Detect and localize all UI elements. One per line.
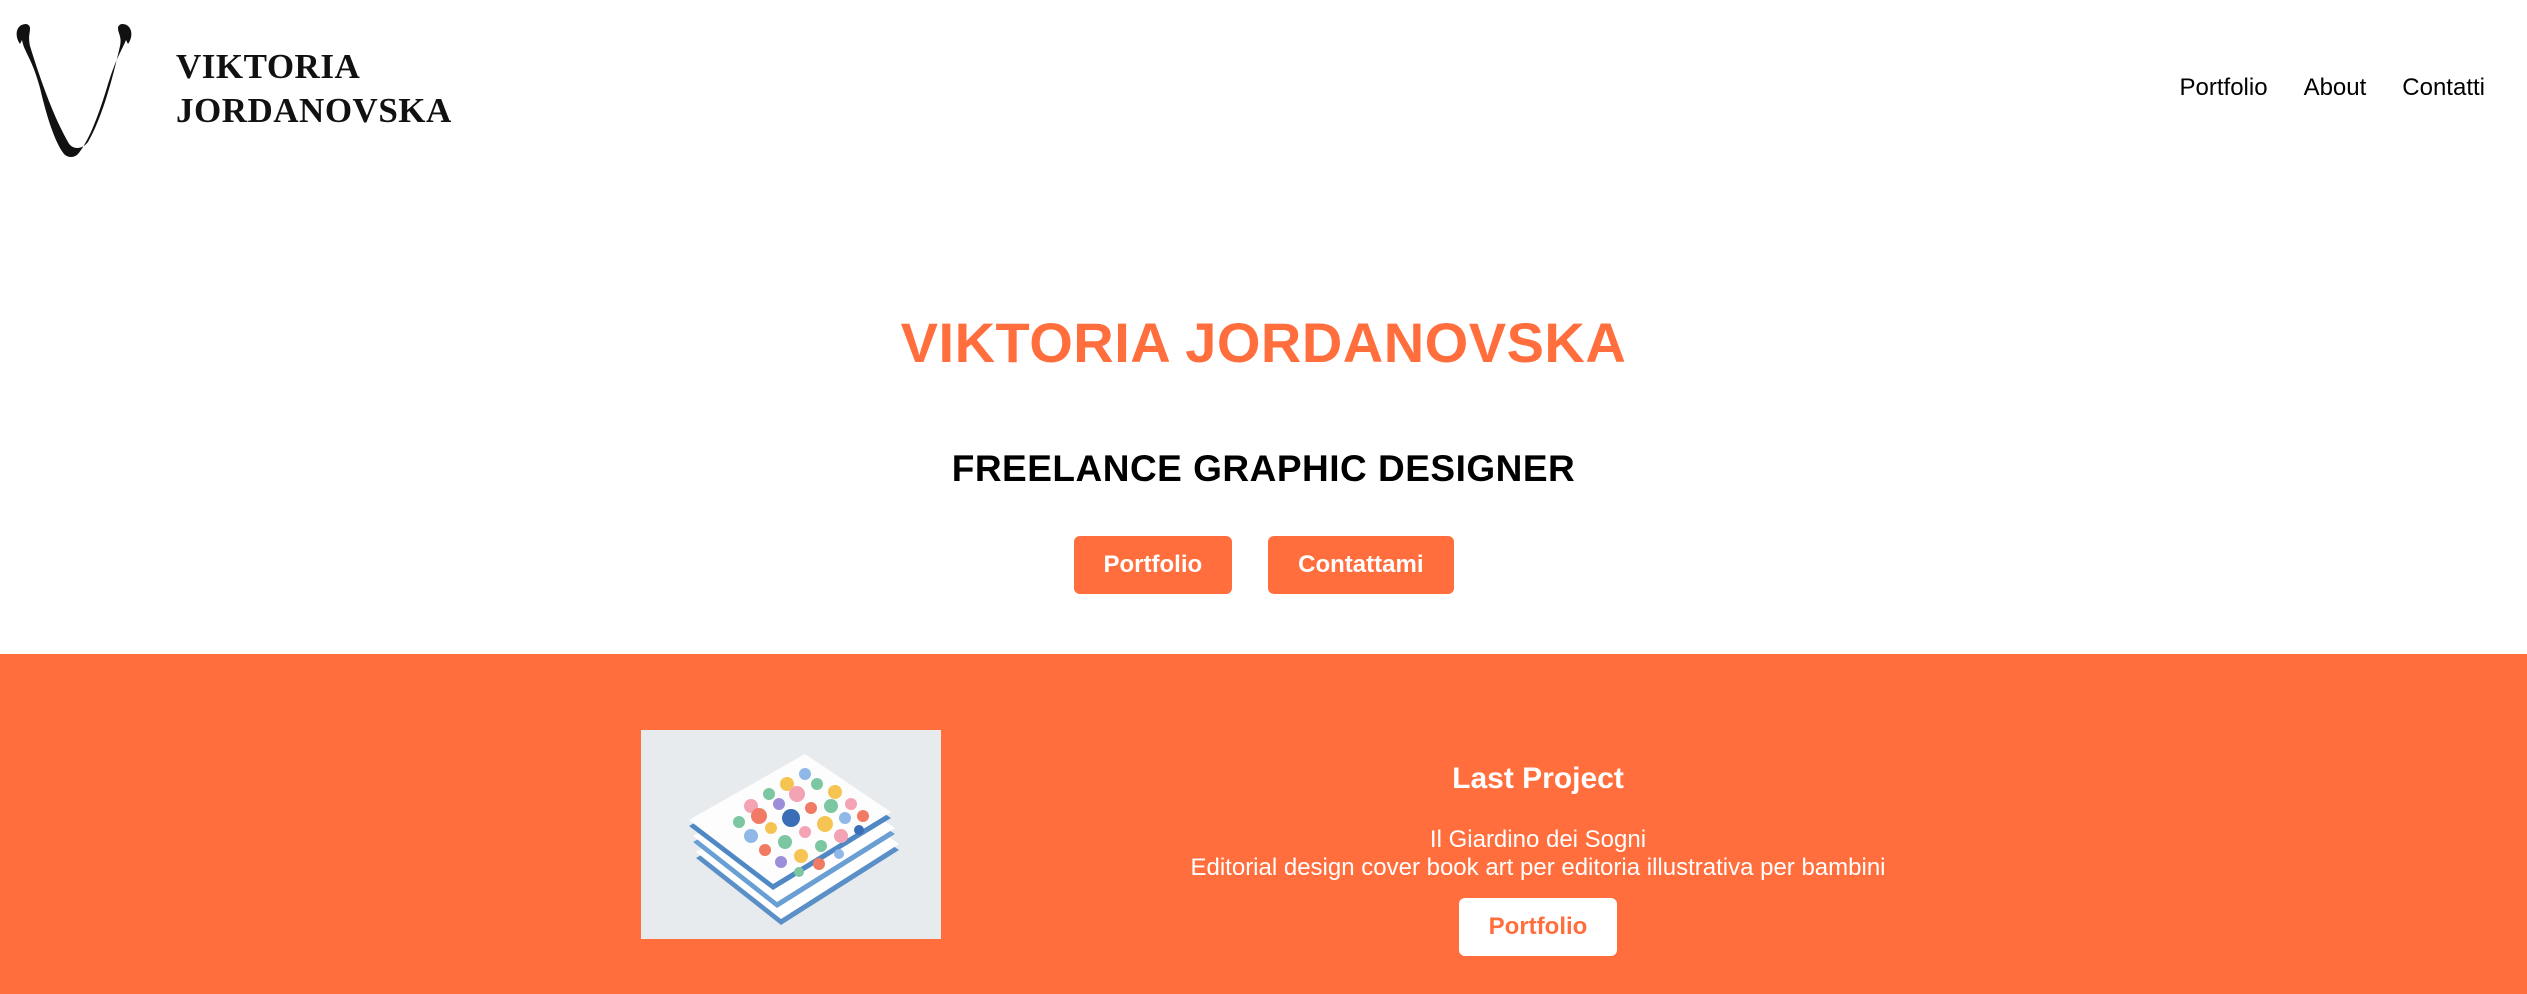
hero-buttons: Portfolio Contattami — [0, 536, 2527, 594]
site-header: VIKTORIA JORDANOVSKA Portfolio About Con… — [0, 0, 2527, 180]
logo-mark-icon — [16, 24, 132, 157]
project-name: Il Giardino dei Sogni — [1429, 826, 1647, 853]
project-portfolio-button[interactable]: Portfolio — [1458, 898, 1618, 956]
hero-subtitle: FREELANCE GRAPHIC DESIGNER — [951, 448, 1576, 489]
main-nav: Portfolio About Contatti — [2180, 74, 2485, 102]
contattami-button[interactable]: Contattami — [1268, 536, 1454, 594]
project-image — [641, 730, 941, 939]
project-button-wrap: Portfolio — [1090, 898, 1986, 956]
nav-portfolio[interactable]: Portfolio — [2180, 74, 2268, 102]
logo-line-2: JORDANOVSKA — [176, 91, 452, 130]
last-project-heading: Last Project — [1452, 762, 1624, 795]
logo-text: VIKTORIA JORDANOVSKA — [176, 45, 452, 133]
portfolio-button[interactable]: Portfolio — [1073, 536, 1233, 594]
logo-line-1: VIKTORIA — [176, 47, 361, 86]
hero-title: VIKTORIA JORDANOVSKA — [900, 311, 1627, 374]
logo-link[interactable]: VIKTORIA JORDANOVSKA — [12, 18, 452, 160]
hero-section: VIKTORIA JORDANOVSKA FREELANCE GRAPHIC D… — [0, 180, 2527, 654]
nav-contatti[interactable]: Contatti — [2402, 74, 2485, 102]
nav-about[interactable]: About — [2304, 74, 2367, 102]
last-project-section: Last Project Il Giardino dei Sogni Edito… — [0, 654, 2527, 994]
book-mockup-icon — [641, 730, 941, 939]
project-info: Last Project Il Giardino dei Sogni Edito… — [1090, 762, 1986, 956]
project-description: Editorial design cover book art per edit… — [1190, 854, 1886, 881]
